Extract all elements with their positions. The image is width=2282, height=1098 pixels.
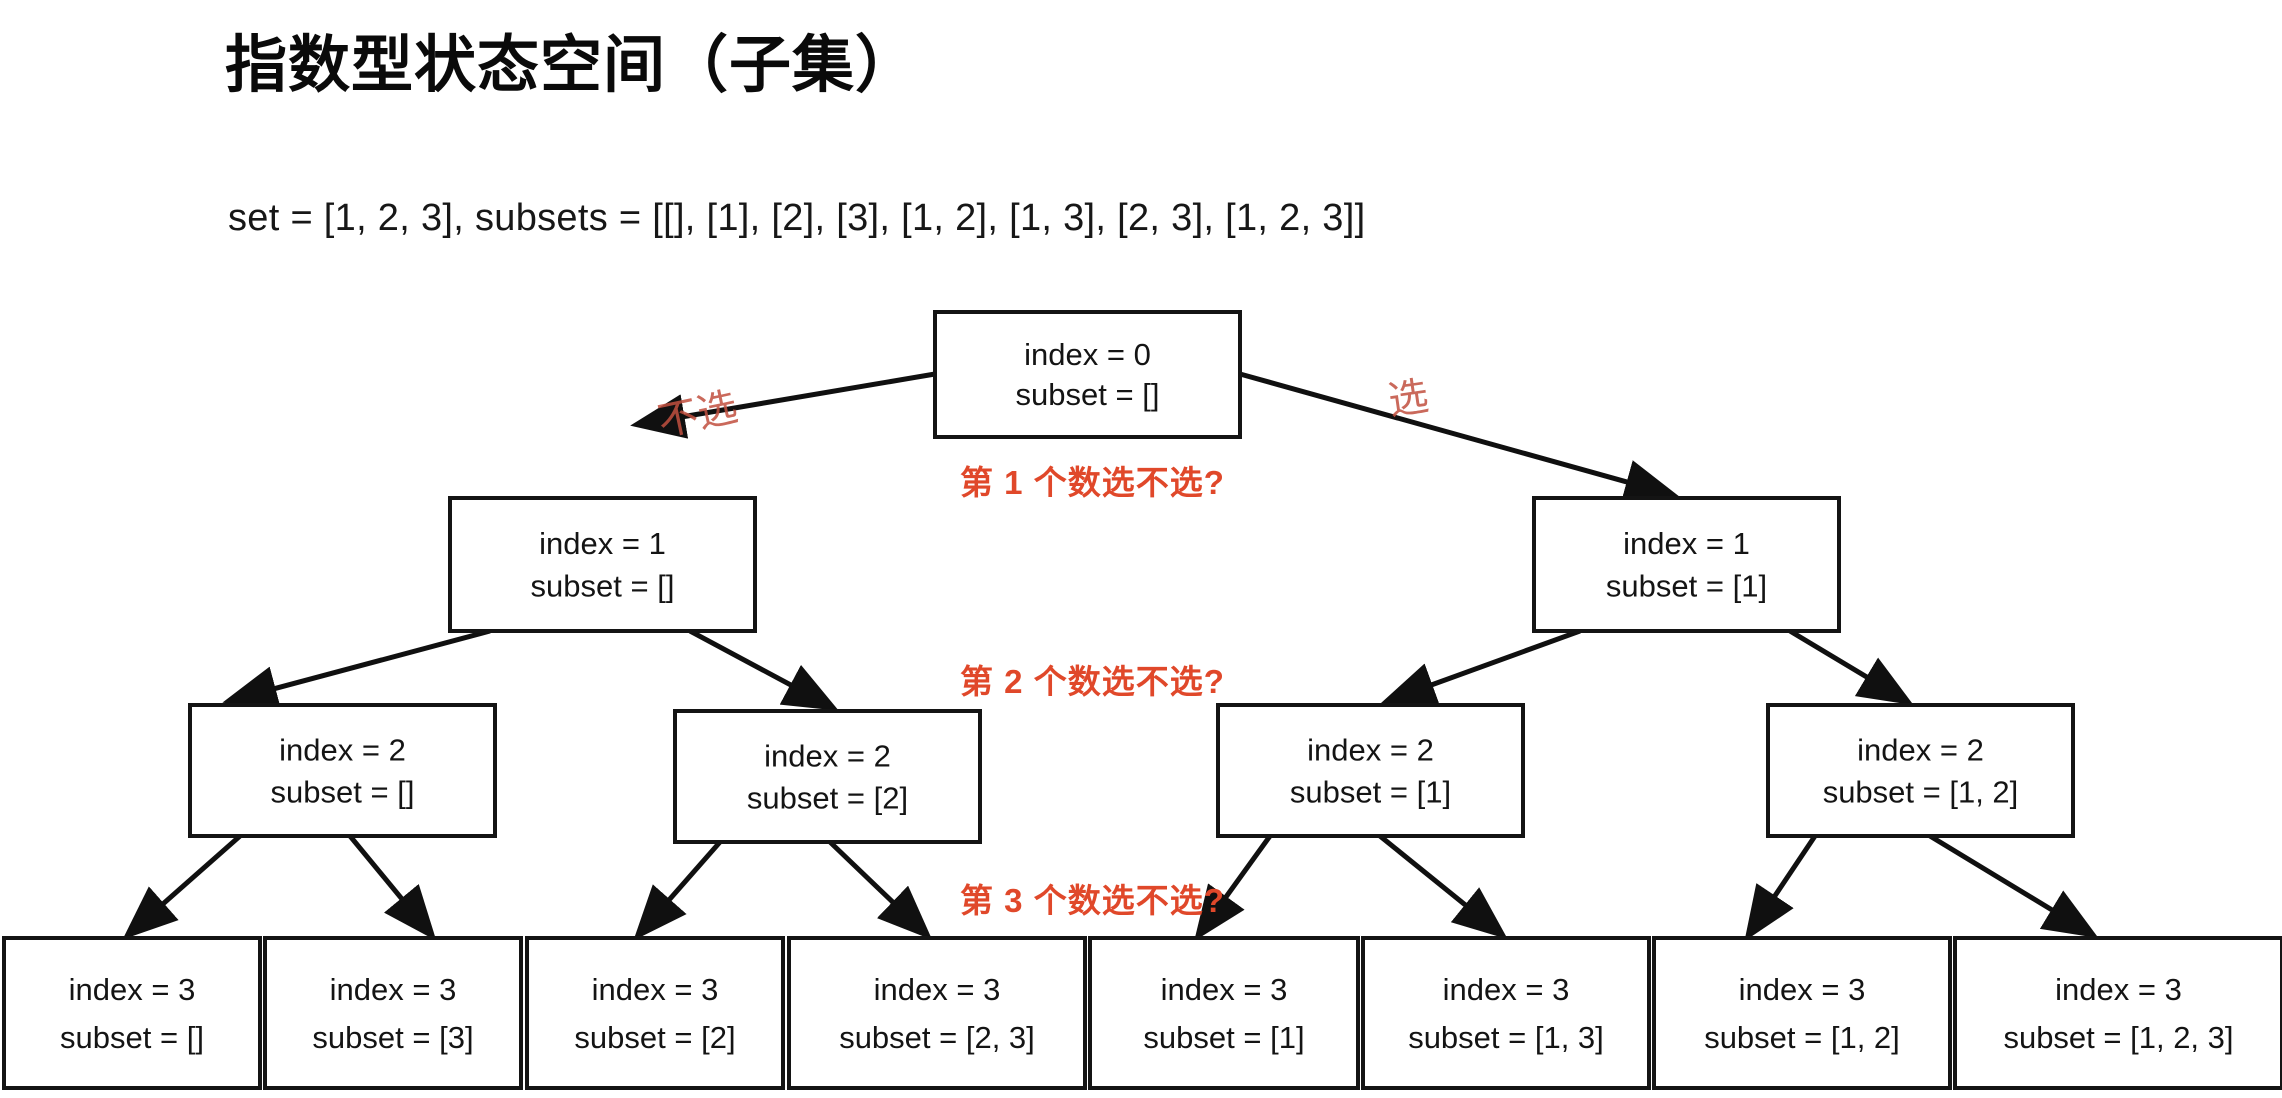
tree-node-box xyxy=(263,936,523,1090)
tree-edge xyxy=(222,628,491,711)
tree-edge xyxy=(122,834,242,940)
tree-edge xyxy=(688,628,839,711)
tree-node-subset-label: subset = [] xyxy=(60,1020,204,1055)
tree-node-box xyxy=(1216,703,1525,838)
tree-node-index-label: index = 2 xyxy=(279,732,406,767)
tree-node-box xyxy=(1953,936,2282,1090)
tree-node-box xyxy=(2,936,262,1090)
tree-node-index-label: index = 0 xyxy=(1024,337,1151,372)
tree-node-index-label: index = 3 xyxy=(1443,972,1570,1007)
tree-node-box xyxy=(1361,936,1651,1090)
tree-node: index = 3 subset = [1, 3] xyxy=(1361,936,1651,1090)
tree-edge xyxy=(1239,371,1680,504)
tree-edge xyxy=(1378,834,1508,940)
tree-edge xyxy=(1928,833,2099,939)
tree-node-index-label: index = 1 xyxy=(1623,526,1750,561)
tree-node-box xyxy=(188,703,497,838)
recursion-tree-diagram: index = 0 subset = [] index = 1 subset = []… xyxy=(2,310,2282,1090)
handwritten-note-select: 选 xyxy=(1385,373,1432,425)
tree-edge xyxy=(1788,628,1914,706)
tree-node: index = 3 subset = [2, 3] xyxy=(787,936,1087,1090)
tree-node: index = 3 subset = [1] xyxy=(1088,936,1360,1090)
tree-node: index = 2 subset = [1] xyxy=(1216,703,1525,838)
tree-node-index-label: index = 2 xyxy=(1857,732,1984,767)
tree-node-box xyxy=(1532,496,1841,633)
tree-node-subset-label: subset = [1, 2] xyxy=(1823,774,2019,809)
tree-edge xyxy=(633,840,722,941)
tree-node-box xyxy=(1766,703,2075,838)
tree-node-box xyxy=(933,310,1242,439)
tree-node-subset-label: subset = [2] xyxy=(747,780,908,815)
tree-node-box xyxy=(1088,936,1360,1090)
tree-node-box xyxy=(1652,936,1952,1090)
tree-node: index = 3 subset = [3] xyxy=(263,936,523,1090)
tree-node: index = 3 subset = [2] xyxy=(525,936,785,1090)
tree-node-box xyxy=(448,496,757,633)
tree-node-index-label: index = 3 xyxy=(1739,972,1866,1007)
tree-node-index-label: index = 3 xyxy=(874,972,1001,1007)
tree-node: index = 3 subset = [1, 2, 3] xyxy=(1953,936,2282,1090)
level-question-label: 第 1 个数选不选? xyxy=(960,464,1225,501)
tree-node-subset-label: subset = [1] xyxy=(1143,1020,1304,1055)
tree-node-subset-label: subset = [2] xyxy=(574,1020,735,1055)
tree-node-box xyxy=(525,936,785,1090)
tree-node-subset-label: subset = [] xyxy=(1016,377,1160,412)
tree-node-subset-label: subset = [1] xyxy=(1290,774,1451,809)
tree-node-box xyxy=(673,709,982,844)
tree-node-index-label: index = 2 xyxy=(1307,732,1434,767)
tree-node-subset-label: subset = [1] xyxy=(1606,569,1767,604)
tree-node: index = 2 subset = [2] xyxy=(673,709,982,844)
tree-node-index-label: index = 3 xyxy=(69,972,196,1007)
tree-edge xyxy=(1380,628,1581,706)
tree-edge xyxy=(1744,834,1818,942)
tree-node-subset-label: subset = [3] xyxy=(312,1020,473,1055)
tree-node-index-label: index = 3 xyxy=(1161,972,1288,1007)
tree-node-subset-label: subset = [] xyxy=(271,774,415,809)
tree-node-index-label: index = 2 xyxy=(764,738,891,773)
slide-canvas: 指数型状态空间（子集） set = [1, 2, 3], subsets = [… xyxy=(0,0,2282,1098)
tree-node-subset-label: subset = [2, 3] xyxy=(839,1020,1035,1055)
tree-node-index-label: index = 1 xyxy=(539,526,666,561)
tree-node-subset-label: subset = [1, 2] xyxy=(1704,1020,1900,1055)
tree-node: index = 3 subset = [] xyxy=(2,936,262,1090)
level-question-label: 第 3 个数选不选? xyxy=(960,882,1225,919)
tree-node-box xyxy=(787,936,1087,1090)
tree-node: index = 0 subset = [] xyxy=(933,310,1242,439)
tree-node: index = 2 subset = [] xyxy=(188,703,497,838)
tree-node: index = 3 subset = [1, 2] xyxy=(1652,936,1952,1090)
tree-node: index = 1 subset = [1] xyxy=(1532,496,1841,633)
tree-node-subset-label: subset = [1, 3] xyxy=(1408,1020,1604,1055)
tree-node: index = 2 subset = [1, 2] xyxy=(1766,703,2075,838)
level-question-label: 第 2 个数选不选? xyxy=(960,663,1225,700)
tree-edge xyxy=(348,834,437,941)
tree-node-subset-label: subset = [1, 2, 3] xyxy=(2003,1020,2233,1055)
tree-edge xyxy=(828,840,933,940)
tree-node-index-label: index = 3 xyxy=(592,972,719,1007)
tree-node-index-label: index = 3 xyxy=(2055,972,2182,1007)
tree-node: index = 1 subset = [] xyxy=(448,496,757,633)
tree-node-subset-label: subset = [] xyxy=(531,569,675,604)
tree-node-index-label: index = 3 xyxy=(330,972,457,1007)
